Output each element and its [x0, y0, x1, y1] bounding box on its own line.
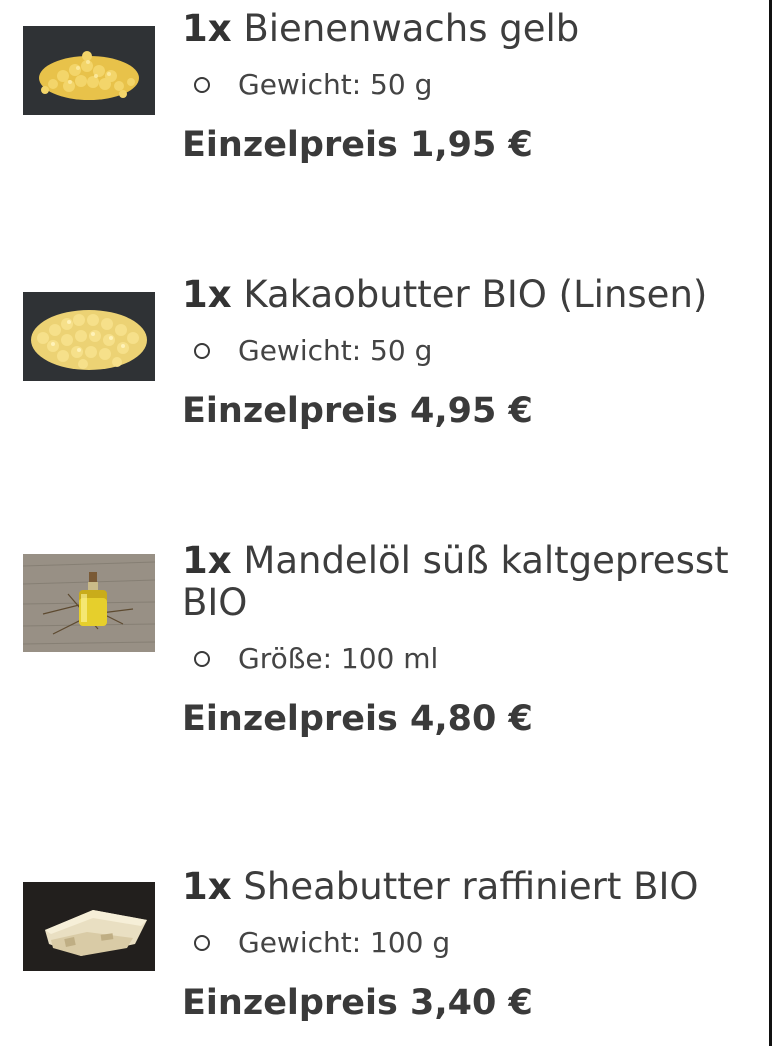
- circle-bullet-icon: [194, 934, 210, 951]
- variant-text: Gewicht: 50 g: [238, 68, 433, 101]
- shea-butter-block-image: [23, 882, 155, 971]
- variant-line: Gewicht: 50 g: [194, 68, 769, 101]
- unit-price: Einzelpreis 4,95 €: [182, 391, 533, 431]
- cocoa-butter-pellets-image: [23, 292, 155, 381]
- quantity: 1x: [182, 274, 232, 316]
- item-details: 1x Mandelöl süß kaltgepresst BIO Größe: …: [182, 540, 772, 740]
- item-details: 1x Kakaobutter BIO (Linsen) Gewicht: 50 …: [182, 274, 769, 431]
- product-title[interactable]: 1x Sheabutter raffiniert BIO: [182, 866, 769, 908]
- variant-line: Gewicht: 100 g: [194, 926, 769, 959]
- unit-price: Einzelpreis 1,95 €: [182, 125, 533, 165]
- unit-price: Einzelpreis 4,80 €: [182, 699, 533, 739]
- variant-text: Gewicht: 100 g: [238, 926, 451, 959]
- product-image[interactable]: [23, 26, 155, 115]
- variant-line: Größe: 100 ml: [194, 642, 769, 675]
- product-title[interactable]: 1x Mandelöl süß kaltgepresst BIO: [182, 540, 772, 624]
- variant-line: Gewicht: 50 g: [194, 334, 769, 367]
- product-title[interactable]: 1x Bienenwachs gelb: [182, 8, 769, 50]
- product-image[interactable]: [23, 292, 155, 381]
- variant-text: Gewicht: 50 g: [238, 334, 433, 367]
- product-image[interactable]: [23, 554, 155, 652]
- item-details: 1x Sheabutter raffiniert BIO Gewicht: 10…: [182, 866, 769, 1023]
- almond-oil-bottle-image: [23, 554, 155, 652]
- unit-price: Einzelpreis 3,40 €: [182, 983, 533, 1023]
- quantity: 1x: [182, 8, 232, 50]
- quantity: 1x: [182, 539, 232, 582]
- circle-bullet-icon: [194, 342, 210, 359]
- product-name: Mandelöl süß kaltgepresst BIO: [182, 539, 729, 624]
- item-details: 1x Bienenwachs gelb Gewicht: 50 g Einzel…: [182, 8, 769, 165]
- circle-bullet-icon: [194, 650, 210, 667]
- product-name: Kakaobutter BIO (Linsen): [243, 274, 708, 316]
- beeswax-pellets-image: [23, 26, 155, 115]
- variant-text: Größe: 100 ml: [238, 642, 439, 675]
- quantity: 1x: [182, 866, 232, 908]
- product-name: Bienenwachs gelb: [243, 8, 580, 50]
- circle-bullet-icon: [194, 76, 210, 93]
- product-name: Sheabutter raffiniert BIO: [243, 866, 699, 908]
- product-title[interactable]: 1x Kakaobutter BIO (Linsen): [182, 274, 769, 316]
- product-image[interactable]: [23, 882, 155, 971]
